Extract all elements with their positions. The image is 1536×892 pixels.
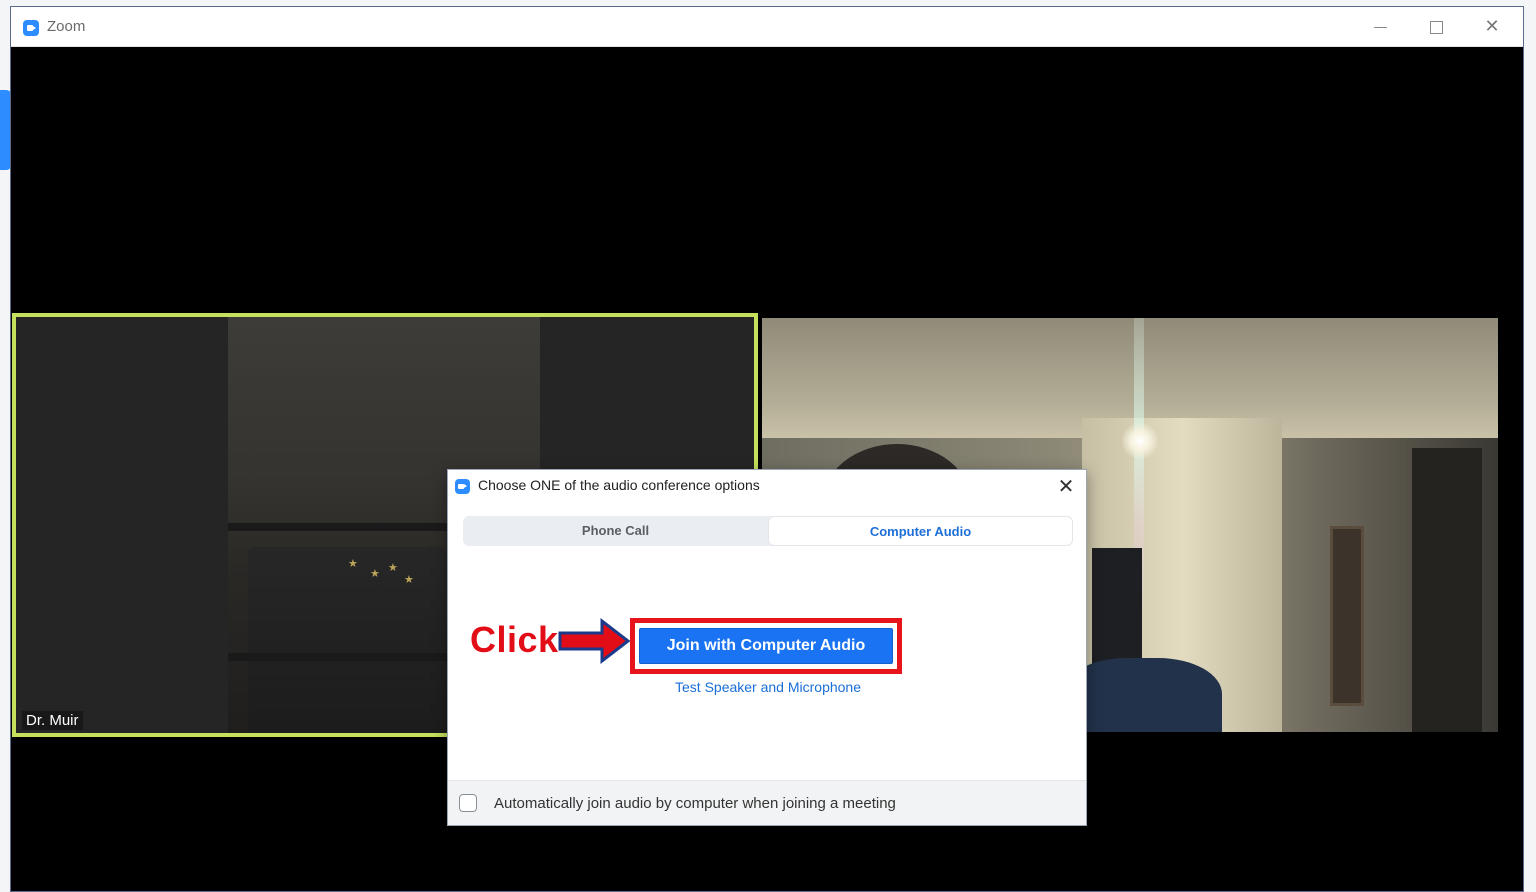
auto-join-checkbox[interactable] (459, 794, 477, 812)
star-decoration: ★ (388, 561, 398, 574)
close-icon: ✕ (1484, 16, 1500, 37)
participant-name-label: Dr. Muir (22, 711, 83, 730)
star-decoration: ★ (370, 567, 380, 580)
audio-tabs: Phone Call Computer Audio (463, 516, 1073, 546)
close-icon: ✕ (1057, 474, 1075, 498)
dialog-title: Choose ONE of the audio conference optio… (478, 477, 760, 493)
title-bar[interactable]: Zoom ✕ (11, 7, 1523, 47)
zoom-camera-icon (455, 479, 470, 494)
ceiling-light (1122, 423, 1158, 459)
auto-join-label[interactable]: Automatically join audio by computer whe… (494, 795, 896, 812)
star-decoration: ★ (348, 557, 358, 570)
zoom-camera-icon (23, 20, 39, 36)
minimize-icon (1373, 26, 1387, 28)
page: Zoom ✕ ★ ★ ★ ★ Dr. Muir Choose ONE of th… (0, 0, 1536, 892)
maximize-button[interactable] (1413, 11, 1459, 43)
minimize-button[interactable] (1357, 11, 1403, 43)
dialog-footer: Automatically join audio by computer whe… (448, 780, 1086, 825)
close-window-button[interactable]: ✕ (1469, 11, 1515, 43)
window-title: Zoom (47, 18, 86, 35)
right-arrow-icon (558, 617, 630, 665)
test-speaker-microphone-link[interactable]: Test Speaker and Microphone (608, 679, 928, 695)
click-annotation-label: Click (470, 619, 559, 660)
dialog-close-button[interactable]: ✕ (1054, 474, 1078, 498)
tab-phone-call[interactable]: Phone Call (463, 516, 768, 546)
join-with-computer-audio-button[interactable]: Join with Computer Audio (639, 628, 893, 664)
tab-computer-audio[interactable]: Computer Audio (768, 516, 1073, 546)
star-decoration: ★ (404, 573, 414, 586)
maximize-icon (1429, 20, 1443, 34)
